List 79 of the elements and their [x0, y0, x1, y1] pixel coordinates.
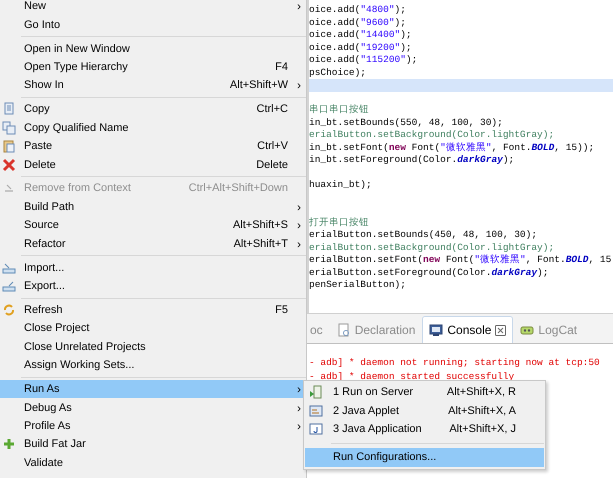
- import-icon: [2, 260, 16, 275]
- submenu-arrow: ›: [296, 78, 302, 92]
- menu-item[interactable]: 3 Java Application Alt+Shift+X, J: [305, 420, 544, 438]
- menu-item[interactable]: Copy Ctrl+C: [0, 100, 306, 119]
- shortcut-label: Ctrl+V: [257, 140, 288, 152]
- code-line: erialButton.setBounds(450, 48, 100, 30);: [309, 229, 538, 240]
- code-line: oice.add("9600");: [309, 16, 406, 28]
- menu-item[interactable]: Close Unrelated Projects: [0, 338, 306, 356]
- close-icon[interactable]: [495, 324, 506, 336]
- menu-item[interactable]: Build Fat Jar: [0, 435, 306, 454]
- submenu-arrow: ›: [296, 218, 302, 232]
- submenu-arrow: ›: [296, 236, 302, 251]
- server-icon: [309, 385, 323, 400]
- menu-item[interactable]: Import...: [0, 258, 306, 277]
- code-line: huaxin_bt);: [309, 179, 372, 190]
- code-line: 打开串口按钮: [309, 216, 369, 228]
- menu-item[interactable]: Build Path ›: [0, 198, 306, 216]
- shortcut-label: Alt+Shift+X, J: [449, 422, 516, 435]
- menu-item[interactable]: Run As ›: [0, 380, 306, 398]
- applet-icon: [309, 404, 323, 418]
- code-line: erialButton.setFont(new Font("微软雅黑", Font.BOLD, 15: [309, 254, 612, 265]
- code-line: in_bt.setFont(new Font("微软雅黑", Font.BOLD, 15));: [309, 142, 594, 152]
- menu-item[interactable]: Source Alt+Shift+S ›: [0, 216, 306, 234]
- plus-icon: [2, 437, 16, 452]
- shortcut-label: Alt+Shift+W: [230, 79, 288, 92]
- menu-item[interactable]: Show In Alt+Shift+W ›: [0, 76, 306, 95]
- console-output-line: - adb] * daemon started successfully: [309, 370, 516, 384]
- code-line: oice.add("4800");: [309, 4, 406, 15]
- application-icon: [309, 422, 323, 436]
- menu-item[interactable]: Refactor Alt+Shift+T ›: [0, 234, 306, 253]
- shortcut-label: Alt+Shift+X, R: [446, 386, 516, 398]
- menu-item[interactable]: Assign Working Sets...: [0, 356, 306, 374]
- shortcut-label: Alt+Shift+S: [232, 219, 288, 232]
- submenu-arrow: ›: [296, 382, 302, 396]
- console-icon: [429, 323, 444, 337]
- submenu-arrow: ›: [296, 200, 302, 214]
- menu-item[interactable]: Open in New Window: [0, 39, 306, 58]
- menu-item[interactable]: Go Into: [0, 15, 306, 34]
- menu-item[interactable]: Debug As ›: [0, 398, 306, 417]
- code-line: erialButton.setBackground(Color.lightGray);: [309, 129, 554, 140]
- menu-item[interactable]: Validate: [0, 454, 306, 472]
- shortcut-label: F4: [275, 60, 288, 73]
- declaration-icon: [336, 323, 351, 337]
- shortcut-label: Delete: [256, 158, 288, 170]
- menu-item[interactable]: New ›: [0, 0, 306, 16]
- view-tab[interactable]: Console: [422, 316, 514, 343]
- code-line: erialButton.setForeground(Color.darkGray);: [309, 266, 548, 278]
- menu-item[interactable]: Export...: [0, 276, 306, 296]
- shortcut-label: Alt+Shift+X, A: [448, 404, 516, 417]
- submenu-arrow: ›: [296, 400, 302, 415]
- code-line: penSerialButton);: [309, 279, 406, 290]
- menu-item[interactable]: Paste Ctrl+V: [0, 136, 306, 156]
- shortcut-label: Alt+Shift+T: [234, 238, 288, 250]
- menu-item[interactable]: 1 Run on Server Alt+Shift+X, R: [305, 383, 544, 402]
- shortcut-label: Ctrl+C: [256, 103, 288, 116]
- shortcut-label: F5: [275, 304, 288, 316]
- menu-item[interactable]: Close Project: [0, 319, 306, 338]
- menu-item[interactable]: Delete Delete: [0, 155, 306, 174]
- code-line: 串口串口按钮: [309, 104, 369, 115]
- menu-item[interactable]: Open Type Hierarchy F4: [0, 58, 306, 76]
- menu-item[interactable]: Profile As ›: [0, 416, 306, 436]
- menu-item[interactable]: Copy Qualified Name: [0, 118, 306, 137]
- export-icon: [2, 279, 16, 294]
- refresh-icon: [2, 303, 16, 318]
- delete-icon: [2, 158, 16, 172]
- code-line: in_bt.setForeground(Color.darkGray);: [309, 154, 514, 165]
- submenu-arrow: ›: [296, 418, 302, 433]
- code-line: psChoice);: [309, 66, 366, 78]
- menu-item[interactable]: Run Configurations...: [305, 448, 544, 467]
- menu-item[interactable]: 2 Java Applet Alt+Shift+X, A: [305, 401, 544, 420]
- code-line: oice.add("14400");: [309, 29, 412, 40]
- code-line: erialButton.setBackground(Color.lightGray);: [309, 242, 554, 252]
- menu-item[interactable]: Refresh F5: [0, 300, 306, 320]
- console-output-line: - adb] * daemon not running; starting now at tcp:50: [309, 356, 601, 370]
- shortcut-label: Ctrl+Alt+Shift+Down: [188, 182, 288, 194]
- code-line: in_bt.setBounds(550, 48, 100, 30);: [309, 116, 503, 128]
- code-line: oice.add("19200");: [309, 42, 412, 52]
- code-line: oice.add("115200");: [309, 54, 418, 65]
- submenu-arrow: ›: [296, 0, 302, 14]
